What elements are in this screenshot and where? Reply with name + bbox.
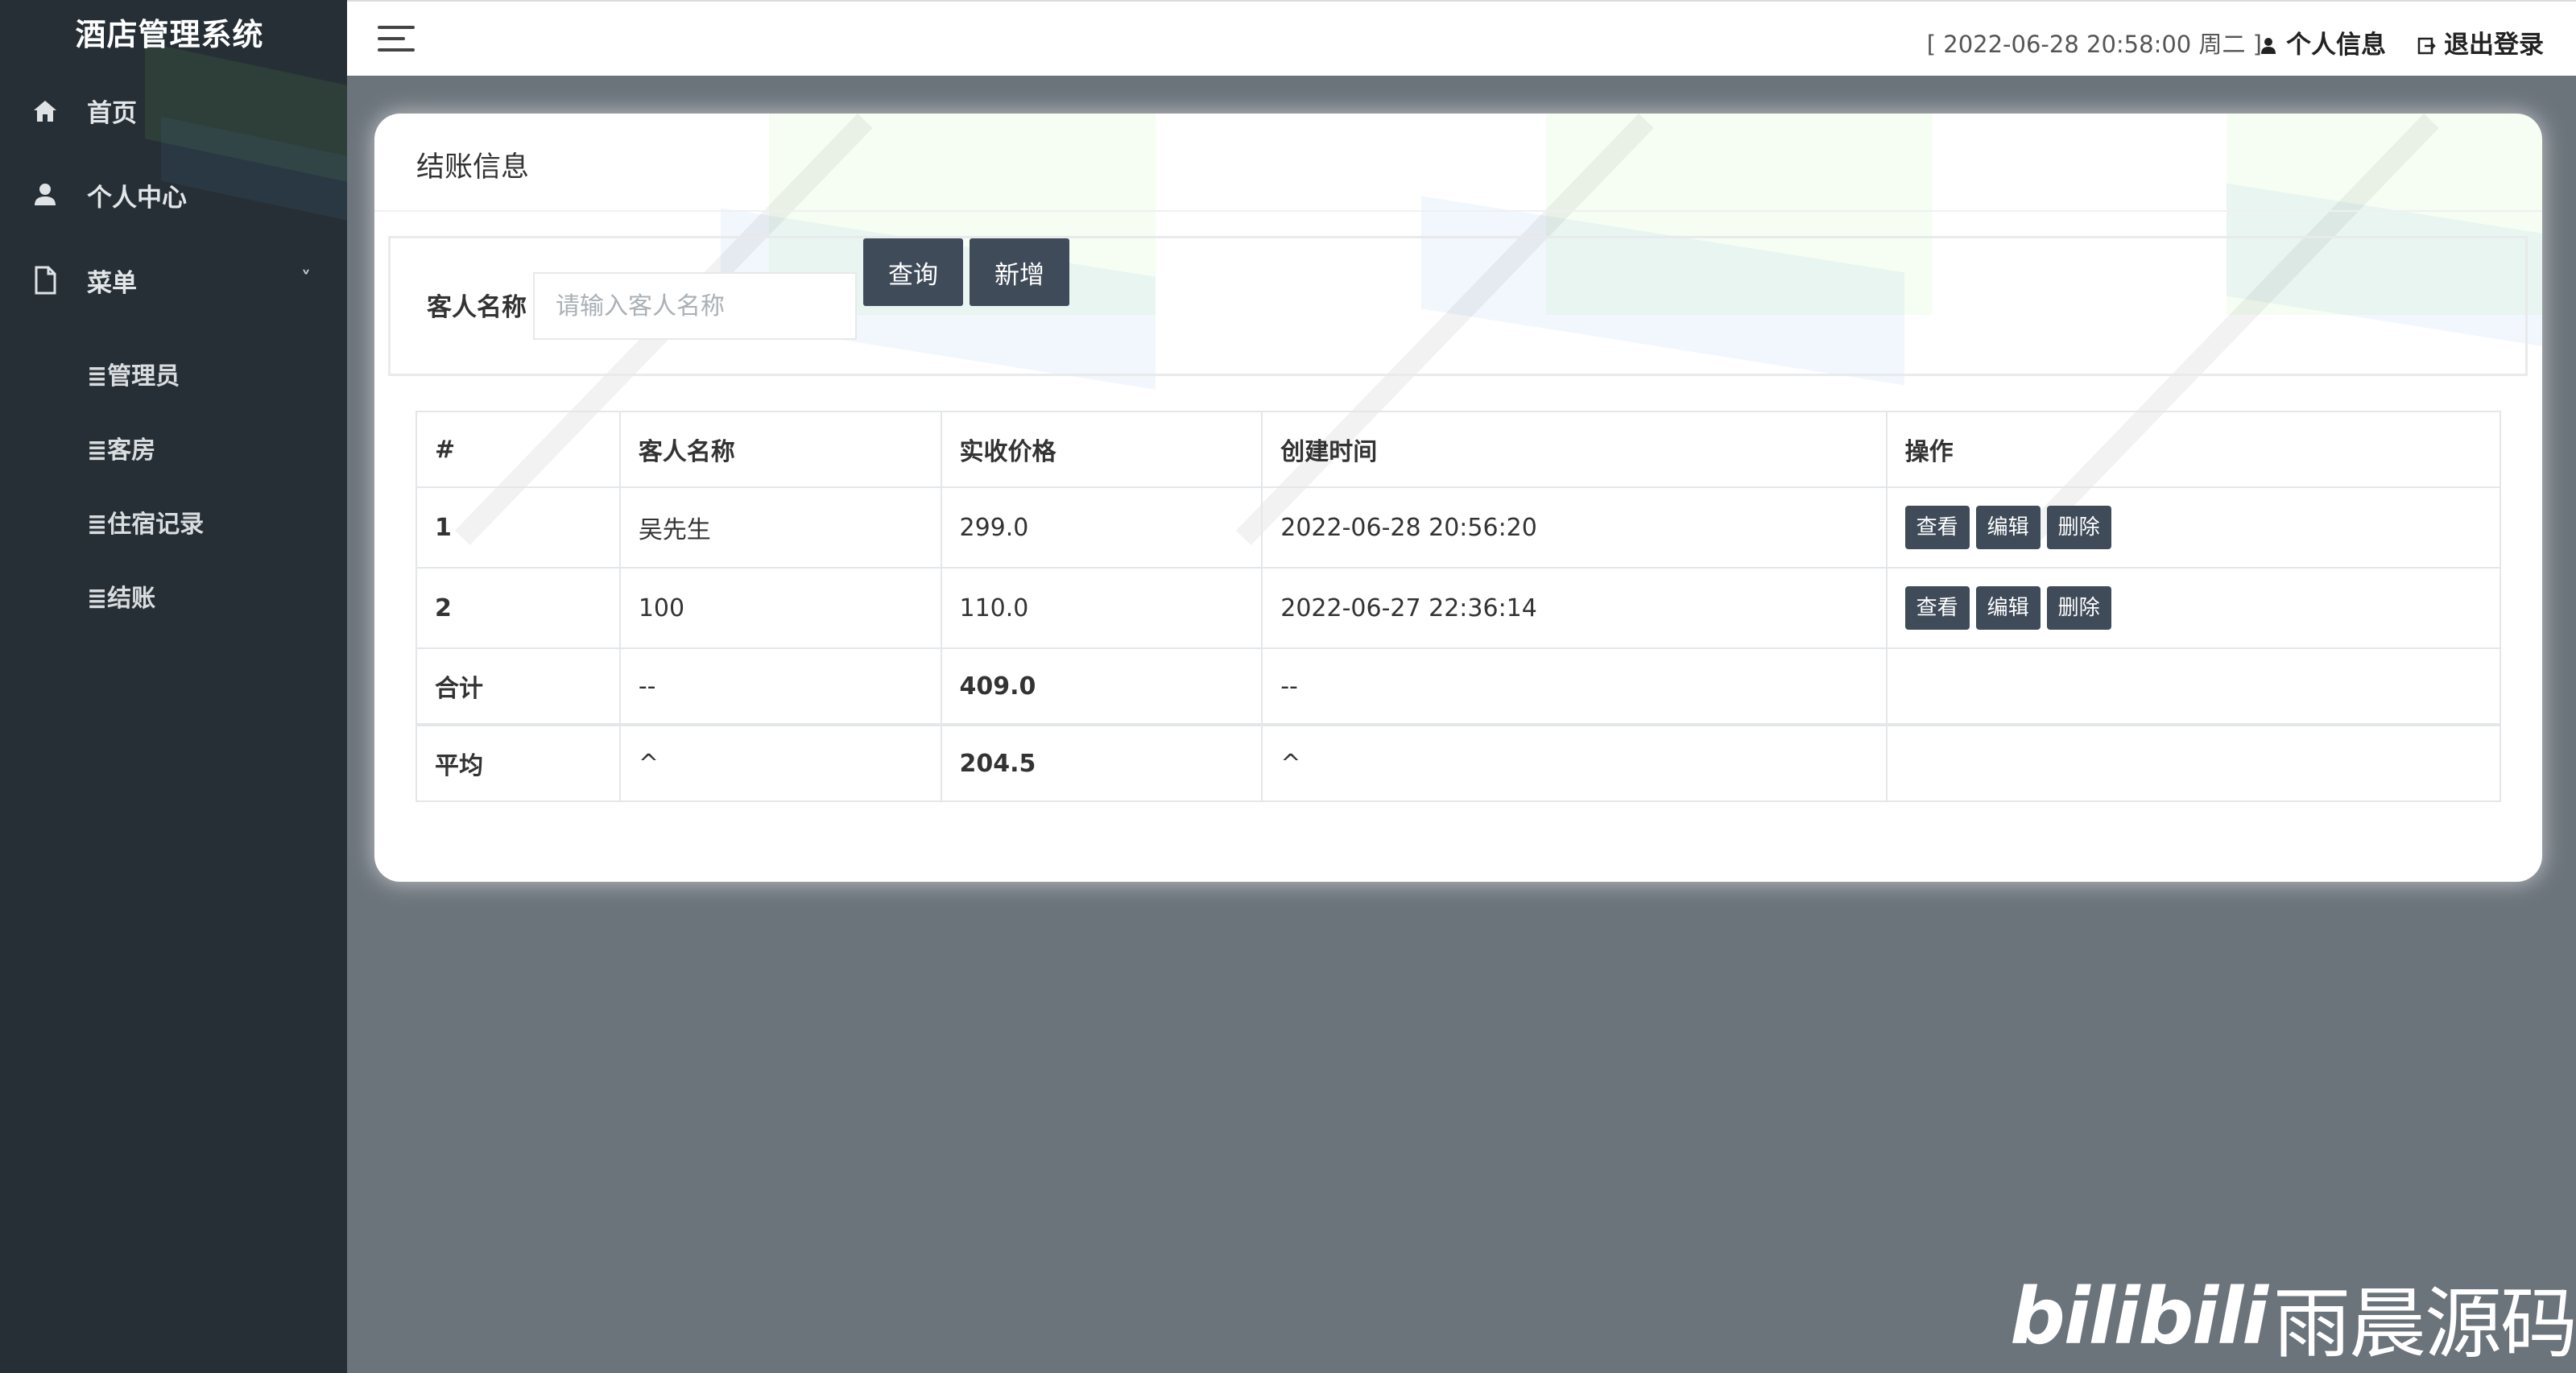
guest-name-cell: 100 [618,567,942,649]
price-cell: 299.0 [940,486,1263,569]
average-price-cell: 204.5 [940,723,1263,802]
app-title: 酒店管理系统 [75,17,264,52]
average-created-cell: ^ [1261,723,1888,802]
watermark-text: 雨晨源码 [2273,1278,2576,1369]
row-number: 2 [416,567,621,649]
actions-cell: 查看 编辑 删除 [1885,486,2502,569]
view-button[interactable]: 查看 [1904,506,1970,549]
average-row: 平均 ^ 204.5 ^ [416,723,2502,802]
checkout-info-card: 结账信息 客人名称 查询 新增 # 客人名称 实收价格 创建时间 操作 1 吴先… [374,114,2542,882]
table-header-row: # 客人名称 实收价格 创建时间 操作 [416,411,2502,488]
average-name-cell: ^ [618,723,942,802]
watermark: bilibili 雨晨源码 [2010,1260,2576,1373]
document-icon [29,266,61,295]
row-number: 1 [416,486,621,569]
column-header: 客人名称 [618,411,942,488]
sidebar-subitem-stay-records[interactable]: ≣住宿记录 [87,504,204,540]
sidebar-subitem-admin[interactable]: ≣管理员 [87,356,180,391]
menu-toggle-icon[interactable] [378,26,415,53]
profile-link-label: 个人信息 [2286,31,2386,60]
delete-button[interactable]: 删除 [2046,586,2111,630]
column-header: 操作 [1885,411,2502,488]
sidebar-item-label: 个人中心 [87,183,187,213]
page-title: 结账信息 [416,151,530,184]
edit-button[interactable]: 编辑 [1975,506,2041,549]
column-header: # [416,411,621,488]
bilibili-logo: bilibili [2010,1272,2268,1362]
sidebar-item-profile[interactable]: 个人中心 [29,171,311,219]
edit-button[interactable]: 编辑 [1975,586,2041,630]
user-icon [29,180,61,209]
current-datetime: [ 2022-06-28 20:58:00 周二 ] [1926,31,2262,58]
logout-icon [2417,33,2436,54]
checkout-table: # 客人名称 实收价格 创建时间 操作 1 吴先生 299.0 2022-06-… [416,411,2502,802]
price-cell: 110.0 [940,567,1263,649]
created-time-cell: 2022-06-28 20:56:20 [1261,486,1888,569]
divider [374,210,2542,212]
search-label: 客人名称 [427,293,527,322]
guest-name-cell: 吴先生 [618,486,942,569]
guest-name-search-input[interactable] [533,272,857,340]
table-row: 1 吴先生 299.0 2022-06-28 20:56:20 查看 编辑 删除 [416,486,2502,569]
column-header: 创建时间 [1261,411,1888,488]
sum-created-cell: -- [1261,647,1888,726]
sidebar-subitem-rooms[interactable]: ≣客房 [87,430,155,465]
sidebar-item-home[interactable]: 首页 [29,86,311,134]
sidebar-subitem-checkout[interactable]: ≣结账 [87,578,155,614]
created-time-cell: 2022-06-27 22:36:14 [1261,567,1888,649]
sidebar-item-label: 首页 [87,98,137,128]
query-button[interactable]: 查询 [863,238,963,306]
average-label: 平均 [416,723,621,802]
sidebar: 酒店管理系统 首页 个人中心 菜单 ˅ ≣管理员 ≣客房 ≣住宿记录 ≣结账 [0,0,347,1373]
view-button[interactable]: 查看 [1904,586,1970,630]
home-icon [29,96,61,125]
top-bar: [ 2022-06-28 20:58:00 周二 ] 个人信息 退出登录 [347,0,2576,76]
sum-row: 合计 -- 409.0 -- [416,647,2502,726]
average-actions-cell [1885,723,2502,802]
logout-link-label: 退出登录 [2444,31,2544,60]
user-icon [2259,33,2278,54]
chevron-down-icon: ˅ [301,267,311,290]
table-row: 2 100 110.0 2022-06-27 22:36:14 查看 编辑 删除 [416,567,2502,649]
sidebar-item-menu[interactable]: 菜单 ˅ [29,256,311,304]
add-button[interactable]: 新增 [970,238,1069,306]
sum-actions-cell [1885,647,2502,726]
sum-price-cell: 409.0 [940,647,1263,726]
column-header: 实收价格 [940,411,1263,488]
sum-label: 合计 [416,647,621,726]
search-panel: 客人名称 查询 新增 [388,236,2528,376]
sidebar-item-label: 菜单 [87,268,137,298]
actions-cell: 查看 编辑 删除 [1885,567,2502,649]
logout-link[interactable]: 退出登录 [2417,24,2544,60]
sum-name-cell: -- [618,647,942,726]
profile-link[interactable]: 个人信息 [2259,24,2386,60]
delete-button[interactable]: 删除 [2046,506,2111,549]
